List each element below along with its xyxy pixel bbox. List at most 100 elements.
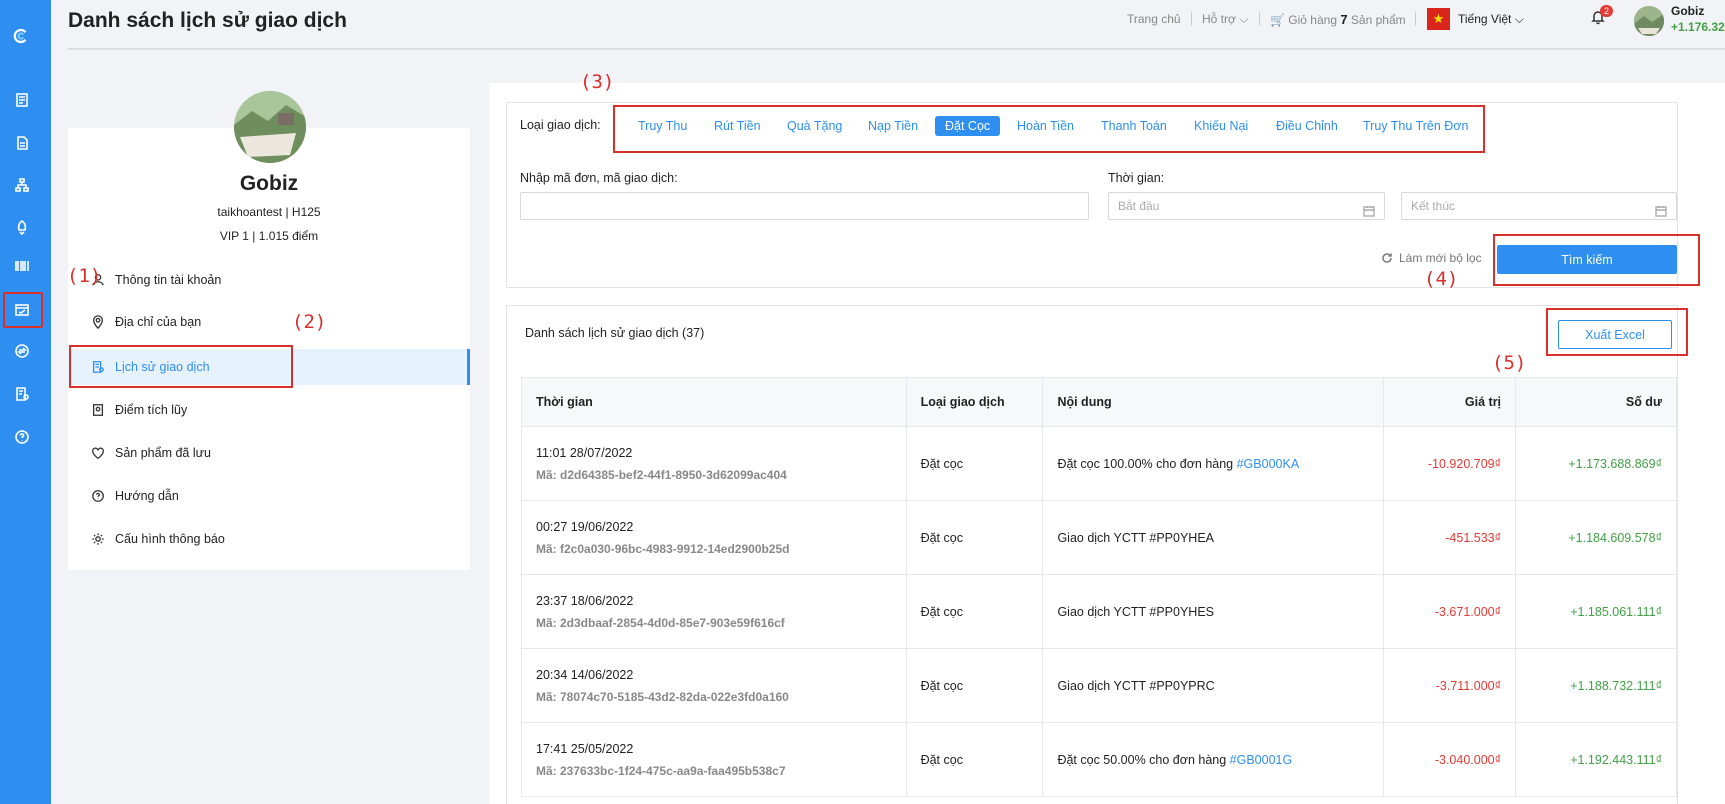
heart-icon [92, 447, 104, 460]
profile-name: Gobiz [239, 172, 299, 195]
badge-icon [92, 404, 104, 416]
row-type: Đặt cọc [905, 648, 1044, 723]
cell-content: Giao dịch YCTT #PP0YPRC [1042, 648, 1385, 723]
page-title: Danh sách lịch sử giao dịch [68, 9, 347, 32]
annotation-label-2: (2) [292, 311, 327, 333]
exchange-icon[interactable] [13, 342, 31, 360]
cell-content: Đặt cọc 50.00% cho đơn hàng #GB0001G [1042, 722, 1385, 797]
reset-filter-button[interactable]: Làm mới bộ lọc [1381, 251, 1482, 265]
notification-bell-icon[interactable]: 2 [1590, 5, 1614, 27]
nav-divider [1191, 12, 1192, 26]
col-value: Giá trị [1383, 377, 1517, 427]
chevron-down-icon: ⌵ [1514, 12, 1524, 26]
help-icon[interactable] [13, 428, 31, 446]
row-content: Giao dịch YCTT #PP0YHEA [1057, 530, 1215, 545]
menu-points[interactable]: Điểm tích lũy [68, 392, 470, 428]
menu-label: Địa chỉ của bạn [115, 315, 202, 329]
top-header: Danh sách lịch sử giao dịch Trang chủ Hỗ… [51, 0, 1725, 50]
cell-content: Giao dịch YCTT #PP0YHEA [1042, 500, 1385, 575]
cart-link[interactable]: 🛒 Giỏ hàng 7 Sản phẩm [1270, 12, 1406, 27]
transaction-list-title: Danh sách lịch sử giao dịch (37) [525, 326, 705, 340]
reset-filter-label: Làm mới bộ lọc [1399, 251, 1482, 265]
order-link[interactable]: #GB0001G [1230, 753, 1293, 767]
col-content: Nội dung [1042, 377, 1385, 427]
menu-account-info[interactable]: Thông tin tài khoản [68, 262, 470, 298]
table-row: 17:41 25/05/2022 Mã: 237633bc-1f24-475c-a… [521, 722, 1677, 797]
barcode-icon[interactable] [13, 257, 31, 275]
row-content: Đặt cọc 100.00% cho đơn hàng [1057, 456, 1237, 471]
cell-time: 11:01 28/07/2022 Mã: d2d64385-bef2-44f1-8… [521, 426, 907, 501]
user-balance: +1.176.323.747₫ [1671, 20, 1725, 34]
table-row: 23:37 18/06/2022 Mã: 2d3dbaaf-2854-4d0d-8… [521, 574, 1677, 649]
cell-content: Giao dịch YCTT #PP0YHES [1042, 574, 1385, 649]
annotation-label-4: (4) [1424, 268, 1459, 290]
nav-home-link[interactable]: Trang chủ [1127, 12, 1181, 26]
annotation-label-3: (3) [580, 71, 615, 93]
cell-time: 23:37 18/06/2022 Mã: 2d3dbaaf-2854-4d0d-8… [521, 574, 907, 649]
start-date-input[interactable]: Bắt đầu [1108, 192, 1385, 220]
row-balance: +1.173.688.869₫ [1515, 426, 1677, 501]
row-type: Đặt cọc [905, 722, 1044, 797]
profile-avatar [234, 91, 306, 163]
hierarchy-icon[interactable] [13, 176, 31, 194]
refresh-icon [1382, 253, 1392, 263]
menu-saved-products[interactable]: Sản phẩm đã lưu [68, 435, 470, 471]
calendar-icon [1655, 200, 1667, 217]
col-balance: Số dư [1515, 377, 1677, 427]
user-avatar[interactable] [1634, 6, 1664, 36]
app-logo-icon[interactable] [12, 27, 30, 45]
code-input[interactable] [520, 192, 1089, 220]
notification-badge: 2 [1600, 5, 1614, 17]
menu-label: Hướng dẫn [115, 489, 179, 503]
row-code: Mã: d2d64385-bef2-44f1-8950-3d62099ac404 [536, 467, 787, 482]
transaction-type-label: Loại giao dịch: [520, 118, 601, 132]
annotation-label-5: (5) [1492, 352, 1527, 374]
nav-support-label: Hỗ trợ [1202, 12, 1236, 26]
menu-label: Điểm tích lũy [115, 403, 188, 417]
menu-address[interactable]: Địa chỉ của bạn [68, 304, 470, 340]
row-code: Mã: 2d3dbaaf-2854-4d0d-85e7-903e59f616cf [536, 615, 785, 630]
table-row: 20:34 14/06/2022 Mã: 78074c70-5185-43d2-8… [521, 648, 1677, 723]
row-balance: +1.192.443.111₫ [1515, 722, 1677, 797]
menu-label: Thông tin tài khoản [115, 273, 222, 287]
row-content: Giao dịch YCTT #PP0YPRC [1057, 678, 1215, 693]
nav-support-link[interactable]: Hỗ trợ ⌵ [1202, 12, 1248, 27]
end-date-input[interactable]: Kết thúc [1401, 192, 1677, 220]
language-selector[interactable]: Tiếng Việt ⌵ [1458, 12, 1524, 27]
cart-icon: 🛒 [1270, 13, 1285, 27]
order-link[interactable]: #GB000KA [1237, 457, 1300, 471]
rocket-icon[interactable] [13, 218, 31, 236]
question-icon [92, 490, 104, 502]
row-value: -451.533₫ [1383, 500, 1517, 575]
row-type: Đặt cọc [905, 426, 1044, 501]
row-time: 23:37 18/06/2022 [536, 593, 634, 608]
report-icon[interactable] [13, 385, 31, 403]
cell-time: 00:27 19/06/2022 Mã: f2c0a030-96bc-4983-9… [521, 500, 907, 575]
menu-guide[interactable]: Hướng dẫn [68, 478, 470, 514]
cell-time: 17:41 25/05/2022 Mã: 237633bc-1f24-475c-a… [521, 722, 907, 797]
table-row: 11:01 28/07/2022 Mã: d2d64385-bef2-44f1-8… [521, 426, 1677, 501]
header-divider [68, 48, 1725, 50]
row-code: Mã: 237633bc-1f24-475c-aa9a-faa495b538c7 [536, 763, 786, 778]
row-time: 17:41 25/05/2022 [536, 741, 634, 756]
sidebar-rail [0, 0, 51, 804]
table-header-row: Thời gian Loại giao dịch Nội dung Giá tr… [521, 377, 1677, 427]
vietnam-flag-icon: ★ [1427, 8, 1450, 30]
cart-unit: Sản phẩm [1350, 13, 1406, 27]
annotation-label-1: (1) [67, 265, 102, 287]
menu-notification-settings[interactable]: Cấu hình thông báo [68, 521, 470, 557]
language-label: Tiếng Việt [1458, 12, 1512, 26]
row-type: Đặt cọc [905, 500, 1044, 575]
orders-icon[interactable] [13, 91, 31, 109]
row-value: -3.671.000₫ [1383, 574, 1517, 649]
row-value: -3.711.000₫ [1383, 648, 1517, 723]
row-time: 11:01 28/07/2022 [536, 445, 633, 460]
calendar-icon [1363, 200, 1375, 217]
gear-icon [92, 533, 104, 545]
row-balance: +1.184.609.578₫ [1515, 500, 1677, 575]
menu-label: Sản phẩm đã lưu [115, 446, 211, 460]
document-icon[interactable] [13, 134, 31, 152]
nav-divider [1415, 12, 1416, 26]
row-content: Giao dịch YCTT #PP0YHES [1057, 604, 1215, 619]
col-time: Thời gian [521, 377, 907, 427]
